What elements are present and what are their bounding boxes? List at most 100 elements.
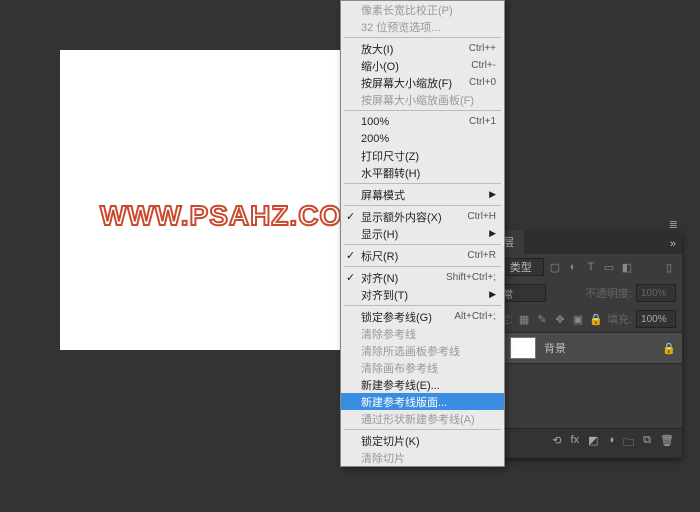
menu-shortcut: Ctrl++ [469, 43, 496, 54]
menu-item-label: 100% [361, 116, 389, 128]
fill-label: 填充: [607, 311, 632, 327]
layers-panel: ≣ 图层 » 🔍 类型 ▢ ◐ T ▭ ◧ ▯ 正常 不透明度: 100% 锁定… [482, 232, 682, 458]
layer-thumbnail[interactable] [510, 337, 536, 359]
watermark-text: WWW.PSAHZ.COM [100, 200, 367, 232]
layer-row-background[interactable]: 👁 背景 🔒 [482, 332, 682, 364]
menu-item-6: 按屏幕大小缩放画板(F) [341, 91, 504, 108]
menu-separator [344, 305, 501, 306]
menu-item-29: 通过形状新建参考线(A) [341, 410, 504, 427]
mask-icon[interactable]: ◩ [588, 434, 598, 453]
menu-item-28[interactable]: 新建参考线版面... [341, 393, 504, 410]
menu-item-label: 清除参考线 [361, 326, 416, 342]
layers-empty-area [482, 364, 682, 428]
filter-smart-icon[interactable]: ◧ [620, 261, 634, 274]
filter-type-label: 类型 [510, 259, 532, 275]
adjustment-icon[interactable]: ◑ [608, 434, 615, 453]
menu-item-0: 像素长宽比校正(P) [341, 1, 504, 18]
menu-item-31[interactable]: 锁定切片(K) [341, 432, 504, 449]
panel-menu-icon[interactable]: ≣ [669, 218, 678, 231]
menu-item-16[interactable]: 显示(H)▶ [341, 225, 504, 242]
menu-shortcut: Ctrl+- [471, 60, 496, 71]
lock-icon[interactable]: 🔒 [662, 342, 676, 355]
filter-image-icon[interactable]: ▢ [548, 261, 562, 274]
check-icon: ✓ [346, 210, 355, 223]
fx-icon[interactable]: fx [571, 434, 580, 453]
menu-separator [344, 205, 501, 206]
menu-item-label: 200% [361, 133, 389, 145]
menu-separator [344, 266, 501, 267]
filter-row: 🔍 类型 ▢ ◐ T ▭ ◧ ▯ [482, 254, 682, 280]
link-icon[interactable]: ⟲ [552, 434, 561, 453]
group-icon[interactable]: 🗀 [623, 434, 634, 453]
menu-item-20[interactable]: ✓ 对齐(N) Shift+Ctrl+; [341, 269, 504, 286]
menu-item-label: 标尺(R) [361, 248, 398, 264]
menu-shortcut: Ctrl+R [467, 250, 496, 261]
menu-item-label: 清除所选画板参考线 [361, 343, 460, 359]
layer-name: 背景 [544, 340, 566, 356]
menu-item-label: 缩小(O) [361, 58, 399, 74]
menu-separator [344, 110, 501, 111]
menu-item-10[interactable]: 打印尺寸(Z) [341, 147, 504, 164]
view-context-menu: 像素长宽比校正(P)32 位预览选项... 放大(I) Ctrl++ 缩小(O) Ctr… [340, 0, 505, 467]
submenu-arrow-icon: ▶ [489, 228, 496, 239]
menu-item-label: 32 位预览选项... [361, 19, 440, 35]
opacity-value[interactable]: 100% [636, 284, 676, 302]
panel-collapse-icon[interactable]: » [664, 234, 682, 254]
menu-item-label: 通过形状新建参考线(A) [361, 411, 475, 427]
menu-separator [344, 183, 501, 184]
menu-separator [344, 37, 501, 38]
opacity-label: 不透明度: [585, 285, 632, 301]
panel-footer: ⟲ fx ◩ ◑ 🗀 ⧉ 🗑 [482, 428, 682, 458]
submenu-arrow-icon: ▶ [489, 189, 496, 200]
menu-shortcut: Shift+Ctrl+; [446, 272, 496, 283]
menu-item-label: 显示额外内容(X) [361, 209, 442, 225]
menu-item-23[interactable]: 锁定参考线(G)Alt+Ctrl+; [341, 308, 504, 325]
filter-shape-icon[interactable]: ▭ [602, 261, 616, 274]
menu-item-label: 新建参考线(E)... [361, 377, 440, 393]
menu-item-26: 清除画布参考线 [341, 359, 504, 376]
menu-item-label: 对齐(N) [361, 270, 398, 286]
delete-icon[interactable]: 🗑 [660, 434, 674, 453]
menu-item-24: 清除参考线 [341, 325, 504, 342]
menu-item-21[interactable]: 对齐到(T) ▶ [341, 286, 504, 303]
menu-item-27[interactable]: 新建参考线(E)... [341, 376, 504, 393]
menu-item-3[interactable]: 放大(I) Ctrl++ [341, 40, 504, 57]
lock-move-icon[interactable]: ✥ [553, 313, 567, 326]
menu-item-1: 32 位预览选项... [341, 18, 504, 35]
menu-separator [344, 244, 501, 245]
check-icon: ✓ [346, 271, 355, 284]
menu-item-label: 锁定参考线(G) [361, 309, 432, 325]
lock-brush-icon[interactable]: ✎ [535, 313, 549, 326]
menu-item-4[interactable]: 缩小(O) Ctrl+- [341, 57, 504, 74]
menu-item-label: 屏幕模式 [361, 187, 405, 203]
menu-item-label: 对齐到(T) [361, 287, 408, 303]
menu-shortcut: Ctrl+0 [469, 77, 496, 88]
fill-value[interactable]: 100% [636, 310, 676, 328]
menu-shortcut: Ctrl+1 [469, 116, 496, 127]
filter-adjust-icon[interactable]: ◐ [566, 261, 580, 273]
menu-item-15[interactable]: ✓ 显示额外内容(X) Ctrl+H [341, 208, 504, 225]
lock-artboard-icon[interactable]: ▣ [571, 313, 585, 326]
menu-item-label: 按屏幕大小缩放(F) [361, 75, 452, 91]
menu-item-18[interactable]: ✓标尺(R)Ctrl+R [341, 247, 504, 264]
lock-pixels-icon[interactable]: ▦ [517, 313, 531, 326]
filter-text-icon[interactable]: T [584, 261, 598, 273]
menu-item-label: 打印尺寸(Z) [361, 148, 419, 164]
new-layer-icon[interactable]: ⧉ [643, 434, 651, 453]
menu-item-5[interactable]: 按屏幕大小缩放(F) Ctrl+0 [341, 74, 504, 91]
menu-item-label: 水平翻转(H) [361, 165, 420, 181]
menu-item-25: 清除所选画板参考线 [341, 342, 504, 359]
menu-item-9[interactable]: 200% [341, 130, 504, 147]
menu-item-13[interactable]: 屏幕模式 ▶ [341, 186, 504, 203]
menu-item-label: 放大(I) [361, 41, 393, 57]
submenu-arrow-icon: ▶ [489, 289, 496, 300]
menu-separator [344, 429, 501, 430]
menu-item-8[interactable]: 100% Ctrl+1 [341, 113, 504, 130]
menu-item-label: 像素长宽比校正(P) [361, 2, 453, 18]
menu-shortcut: Ctrl+H [467, 211, 496, 222]
menu-item-label: 锁定切片(K) [361, 433, 420, 449]
filter-toggle-icon[interactable]: ▯ [662, 261, 676, 274]
menu-item-11[interactable]: 水平翻转(H) [341, 164, 504, 181]
lock-all-icon[interactable]: 🔒 [589, 313, 603, 326]
menu-item-label: 清除画布参考线 [361, 360, 438, 376]
